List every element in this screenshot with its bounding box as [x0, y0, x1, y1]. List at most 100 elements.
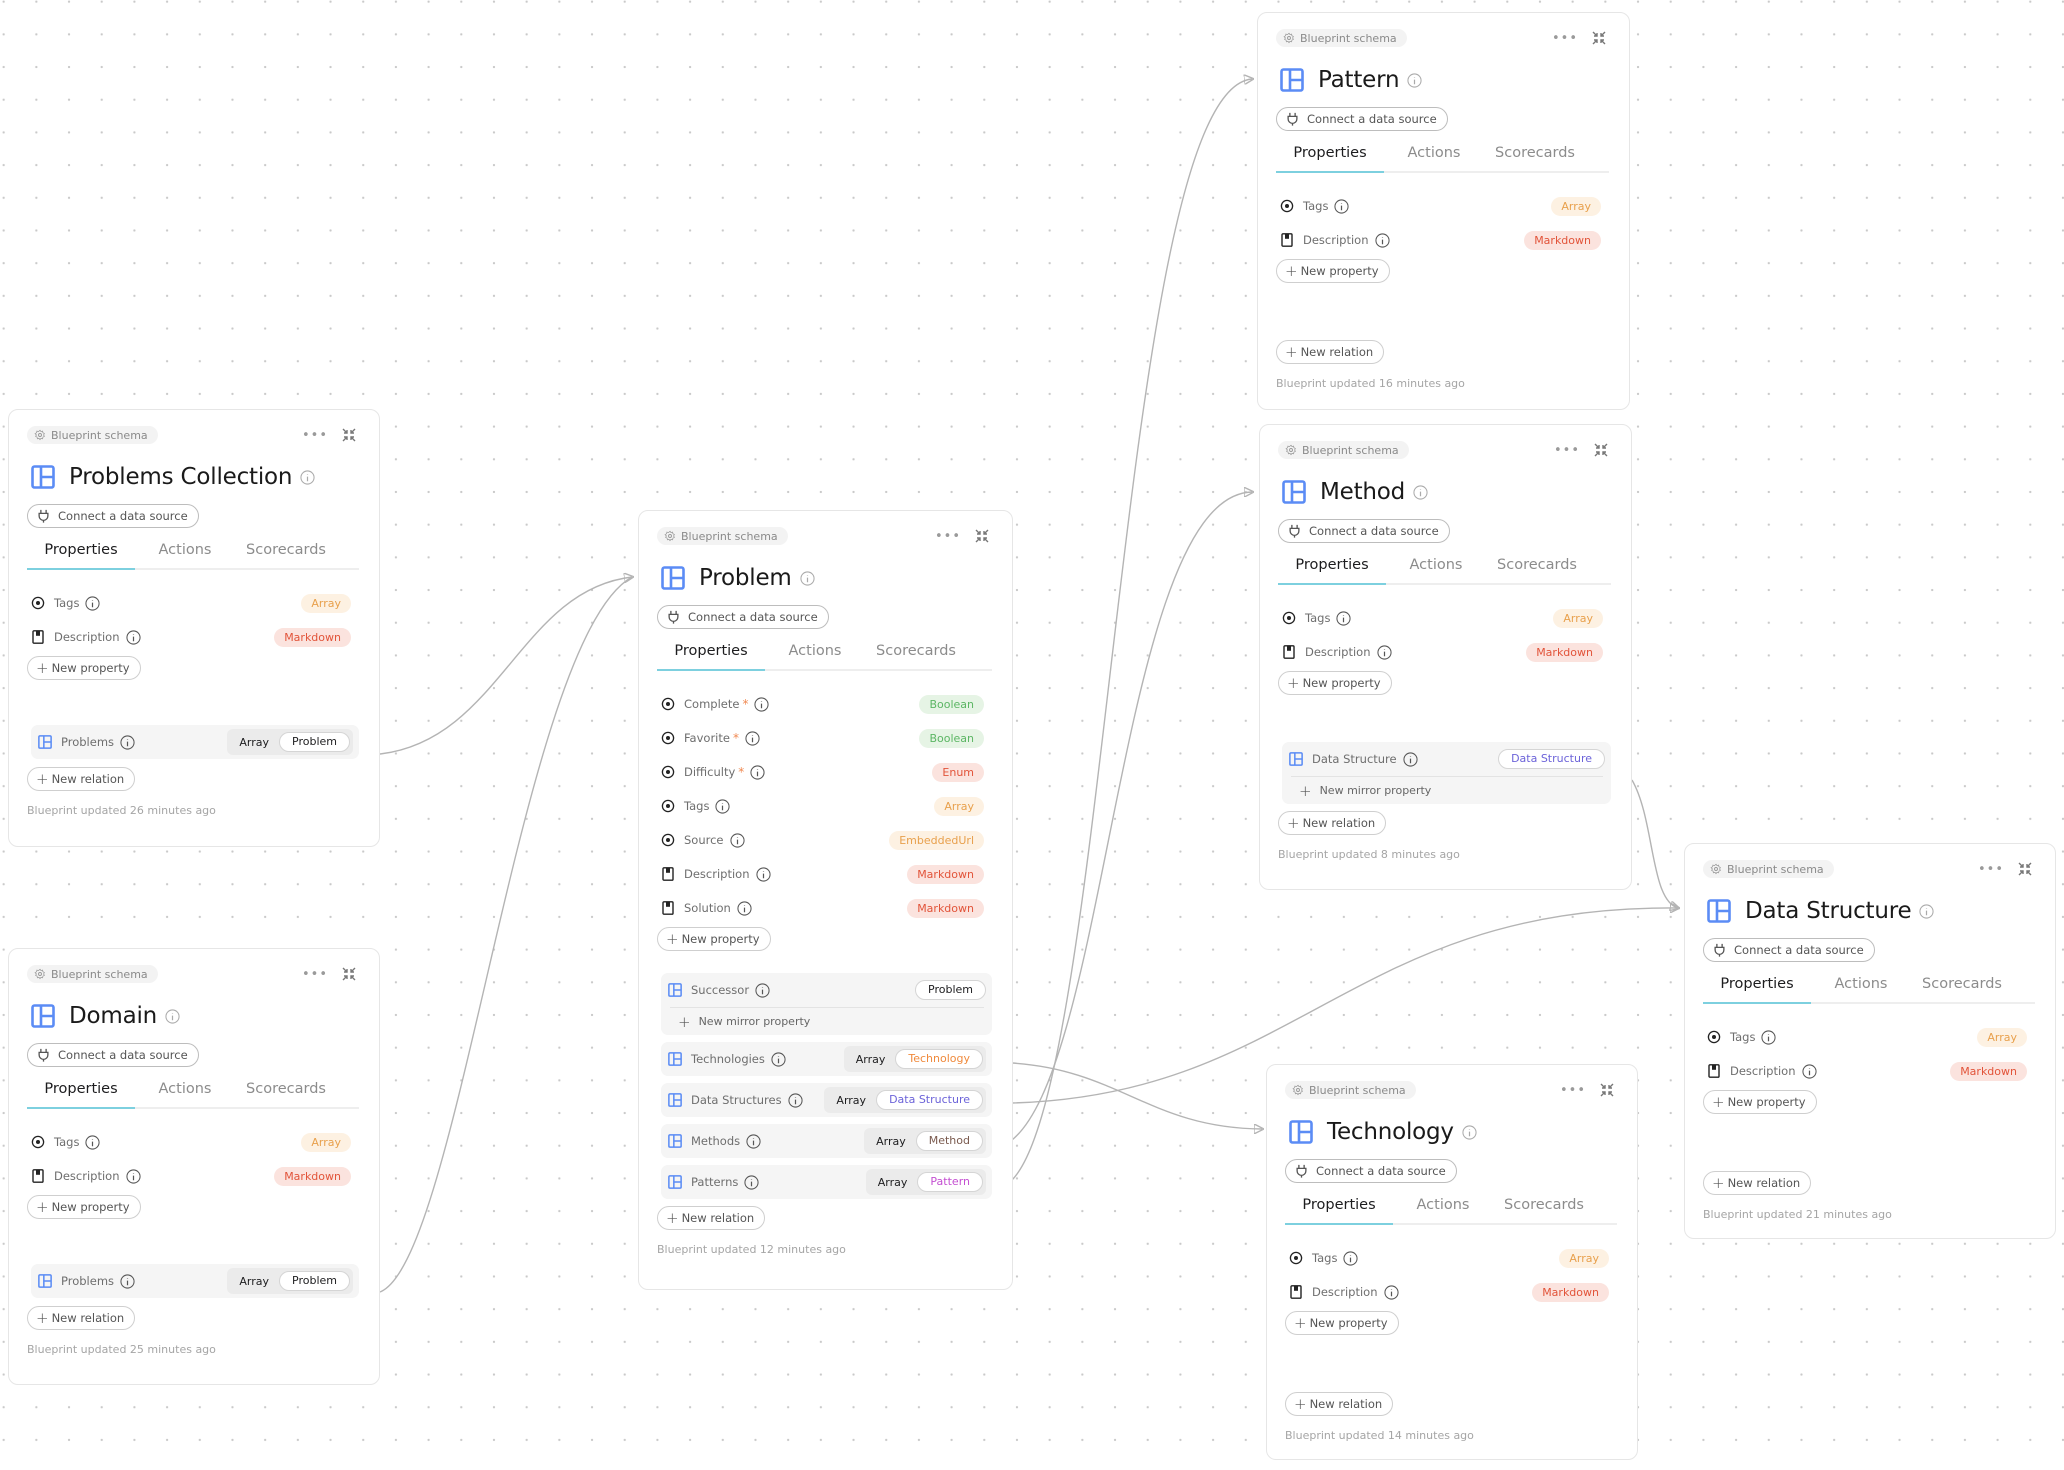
info-icon[interactable]	[1919, 903, 1934, 919]
info-icon[interactable]	[1334, 198, 1350, 214]
info-icon[interactable]	[1336, 610, 1352, 626]
property-row[interactable]: Description Markdown	[657, 857, 992, 891]
new-property-button[interactable]: + New property	[1278, 671, 1392, 695]
relation-target-chip[interactable]: Technology	[895, 1049, 983, 1069]
edge-method-to-data-structure[interactable]	[1631, 779, 1678, 908]
property-row[interactable]: Favorite * Boolean	[657, 721, 992, 755]
new-relation-button[interactable]: + New relation	[1276, 340, 1385, 364]
info-icon[interactable]	[771, 1051, 786, 1067]
blueprint-card-pattern[interactable]: Blueprint schema ••• Pattern Connect a d…	[1257, 12, 1630, 410]
info-icon[interactable]	[788, 1092, 803, 1108]
new-property-button[interactable]: + New property	[1276, 259, 1390, 283]
info-icon[interactable]	[120, 1273, 135, 1289]
tab-scorecards[interactable]: Scorecards	[1911, 968, 2013, 1002]
tab-actions[interactable]: Actions	[765, 635, 865, 669]
connect-data-source-button[interactable]: Connect a data source	[1285, 1159, 1457, 1183]
more-options-icon[interactable]: •••	[1552, 32, 1578, 45]
connect-data-source-button[interactable]: Connect a data source	[27, 1043, 199, 1067]
new-relation-button[interactable]: + New relation	[1278, 811, 1387, 835]
tab-properties[interactable]: Properties	[1276, 137, 1384, 173]
blueprint-schema-chip[interactable]: Blueprint schema	[1703, 860, 1834, 878]
blueprint-schema-chip[interactable]: Blueprint schema	[657, 527, 788, 545]
info-icon[interactable]	[85, 1134, 101, 1150]
tab-scorecards[interactable]: Scorecards	[235, 534, 337, 568]
relation-row[interactable]: Problems Array Problem	[31, 1264, 359, 1298]
property-row[interactable]: Description Markdown	[1278, 635, 1611, 669]
property-row[interactable]: Description Markdown	[27, 1159, 359, 1193]
blueprint-card-data-structure[interactable]: Blueprint schema ••• Data Structure Conn…	[1684, 843, 2056, 1239]
relation-target-chip[interactable]: Method	[915, 1131, 983, 1151]
info-icon[interactable]	[125, 629, 141, 645]
relation-row[interactable]: Technologies Array Technology	[661, 1042, 992, 1076]
property-row[interactable]: Solution Markdown	[657, 891, 992, 925]
relation-target-chip[interactable]: Data Structure	[1498, 749, 1605, 769]
tab-actions[interactable]: Actions	[1811, 968, 1911, 1002]
info-icon[interactable]	[1801, 1063, 1817, 1079]
blueprint-card-domain[interactable]: Blueprint schema ••• Domain Connect a da…	[8, 948, 380, 1385]
connect-data-source-button[interactable]: Connect a data source	[657, 605, 829, 629]
blueprint-card-problem[interactable]: Blueprint schema ••• Problem Connect a d…	[638, 510, 1013, 1290]
edge-problem-to-technology[interactable]	[1011, 1062, 1262, 1129]
tab-actions[interactable]: Actions	[135, 1073, 235, 1107]
tab-actions[interactable]: Actions	[1386, 549, 1486, 583]
info-icon[interactable]	[85, 595, 101, 611]
property-row[interactable]: Tags Array	[27, 586, 359, 620]
info-icon[interactable]	[1407, 72, 1422, 88]
property-row[interactable]: Tags Array	[1276, 189, 1609, 223]
new-relation-button[interactable]: + New relation	[27, 1306, 136, 1330]
more-options-icon[interactable]: •••	[1554, 444, 1580, 457]
more-options-icon[interactable]: •••	[1978, 863, 2004, 876]
connect-data-source-button[interactable]: Connect a data source	[27, 504, 199, 528]
property-row[interactable]: Description Markdown	[1276, 223, 1609, 257]
property-row[interactable]: Difficulty * Enum	[657, 755, 992, 789]
info-icon[interactable]	[745, 730, 760, 746]
collapse-icon[interactable]	[341, 966, 357, 982]
property-row[interactable]: Complete * Boolean	[657, 687, 992, 721]
relation-target-chip[interactable]: Problem	[915, 980, 986, 1000]
blueprint-card-method[interactable]: Blueprint schema ••• Method Connect a da…	[1259, 424, 1632, 890]
tab-actions[interactable]: Actions	[1384, 137, 1484, 171]
relation-target-chip[interactable]: Pattern	[917, 1172, 983, 1192]
more-options-icon[interactable]: •••	[935, 530, 961, 543]
new-property-button[interactable]: + New property	[1285, 1311, 1399, 1335]
info-icon[interactable]	[1374, 232, 1390, 248]
tab-properties[interactable]: Properties	[1278, 549, 1386, 585]
edge-problems-collection-to-problem[interactable]	[379, 577, 632, 755]
relation-target-chip[interactable]: Problem	[279, 1271, 350, 1291]
new-relation-button[interactable]: + New relation	[1703, 1171, 1812, 1195]
info-icon[interactable]	[165, 1008, 180, 1024]
new-property-button[interactable]: + New property	[27, 1195, 141, 1219]
info-icon[interactable]	[1462, 1124, 1477, 1140]
collapse-icon[interactable]	[974, 528, 990, 544]
info-icon[interactable]	[755, 866, 771, 882]
new-mirror-property-button[interactable]: + New mirror property	[670, 1007, 984, 1035]
tab-properties[interactable]: Properties	[27, 1073, 135, 1109]
new-mirror-property-button[interactable]: + New mirror property	[1291, 776, 1603, 804]
connect-data-source-button[interactable]: Connect a data source	[1278, 519, 1450, 543]
info-icon[interactable]	[750, 764, 765, 780]
relation-row[interactable]: Data Structures Array Data Structure	[661, 1083, 992, 1117]
info-icon[interactable]	[800, 570, 815, 586]
relation-row[interactable]: Methods Array Method	[661, 1124, 992, 1158]
blueprint-schema-chip[interactable]: Blueprint schema	[27, 426, 158, 444]
collapse-icon[interactable]	[1599, 1082, 1615, 1098]
property-row[interactable]: Tags Array	[1278, 601, 1611, 635]
tab-properties[interactable]: Properties	[1703, 968, 1811, 1004]
property-row[interactable]: Description Markdown	[1703, 1054, 2035, 1088]
connect-data-source-button[interactable]: Connect a data source	[1703, 938, 1875, 962]
new-property-button[interactable]: + New property	[1703, 1090, 1817, 1114]
info-icon[interactable]	[754, 696, 770, 712]
tab-scorecards[interactable]: Scorecards	[1486, 549, 1588, 583]
info-icon[interactable]	[746, 1133, 761, 1149]
new-relation-button[interactable]: + New relation	[657, 1206, 766, 1230]
more-options-icon[interactable]: •••	[1560, 1084, 1586, 1097]
info-icon[interactable]	[1343, 1250, 1359, 1266]
info-icon[interactable]	[744, 1174, 759, 1190]
tab-scorecards[interactable]: Scorecards	[1493, 1189, 1595, 1223]
info-icon[interactable]	[1376, 644, 1392, 660]
edge-problem-to-pattern[interactable]	[1011, 79, 1252, 1181]
property-row[interactable]: Tags Array	[1703, 1020, 2035, 1054]
collapse-icon[interactable]	[1593, 442, 1609, 458]
new-property-button[interactable]: + New property	[657, 927, 771, 951]
property-row[interactable]: Description Markdown	[27, 620, 359, 654]
